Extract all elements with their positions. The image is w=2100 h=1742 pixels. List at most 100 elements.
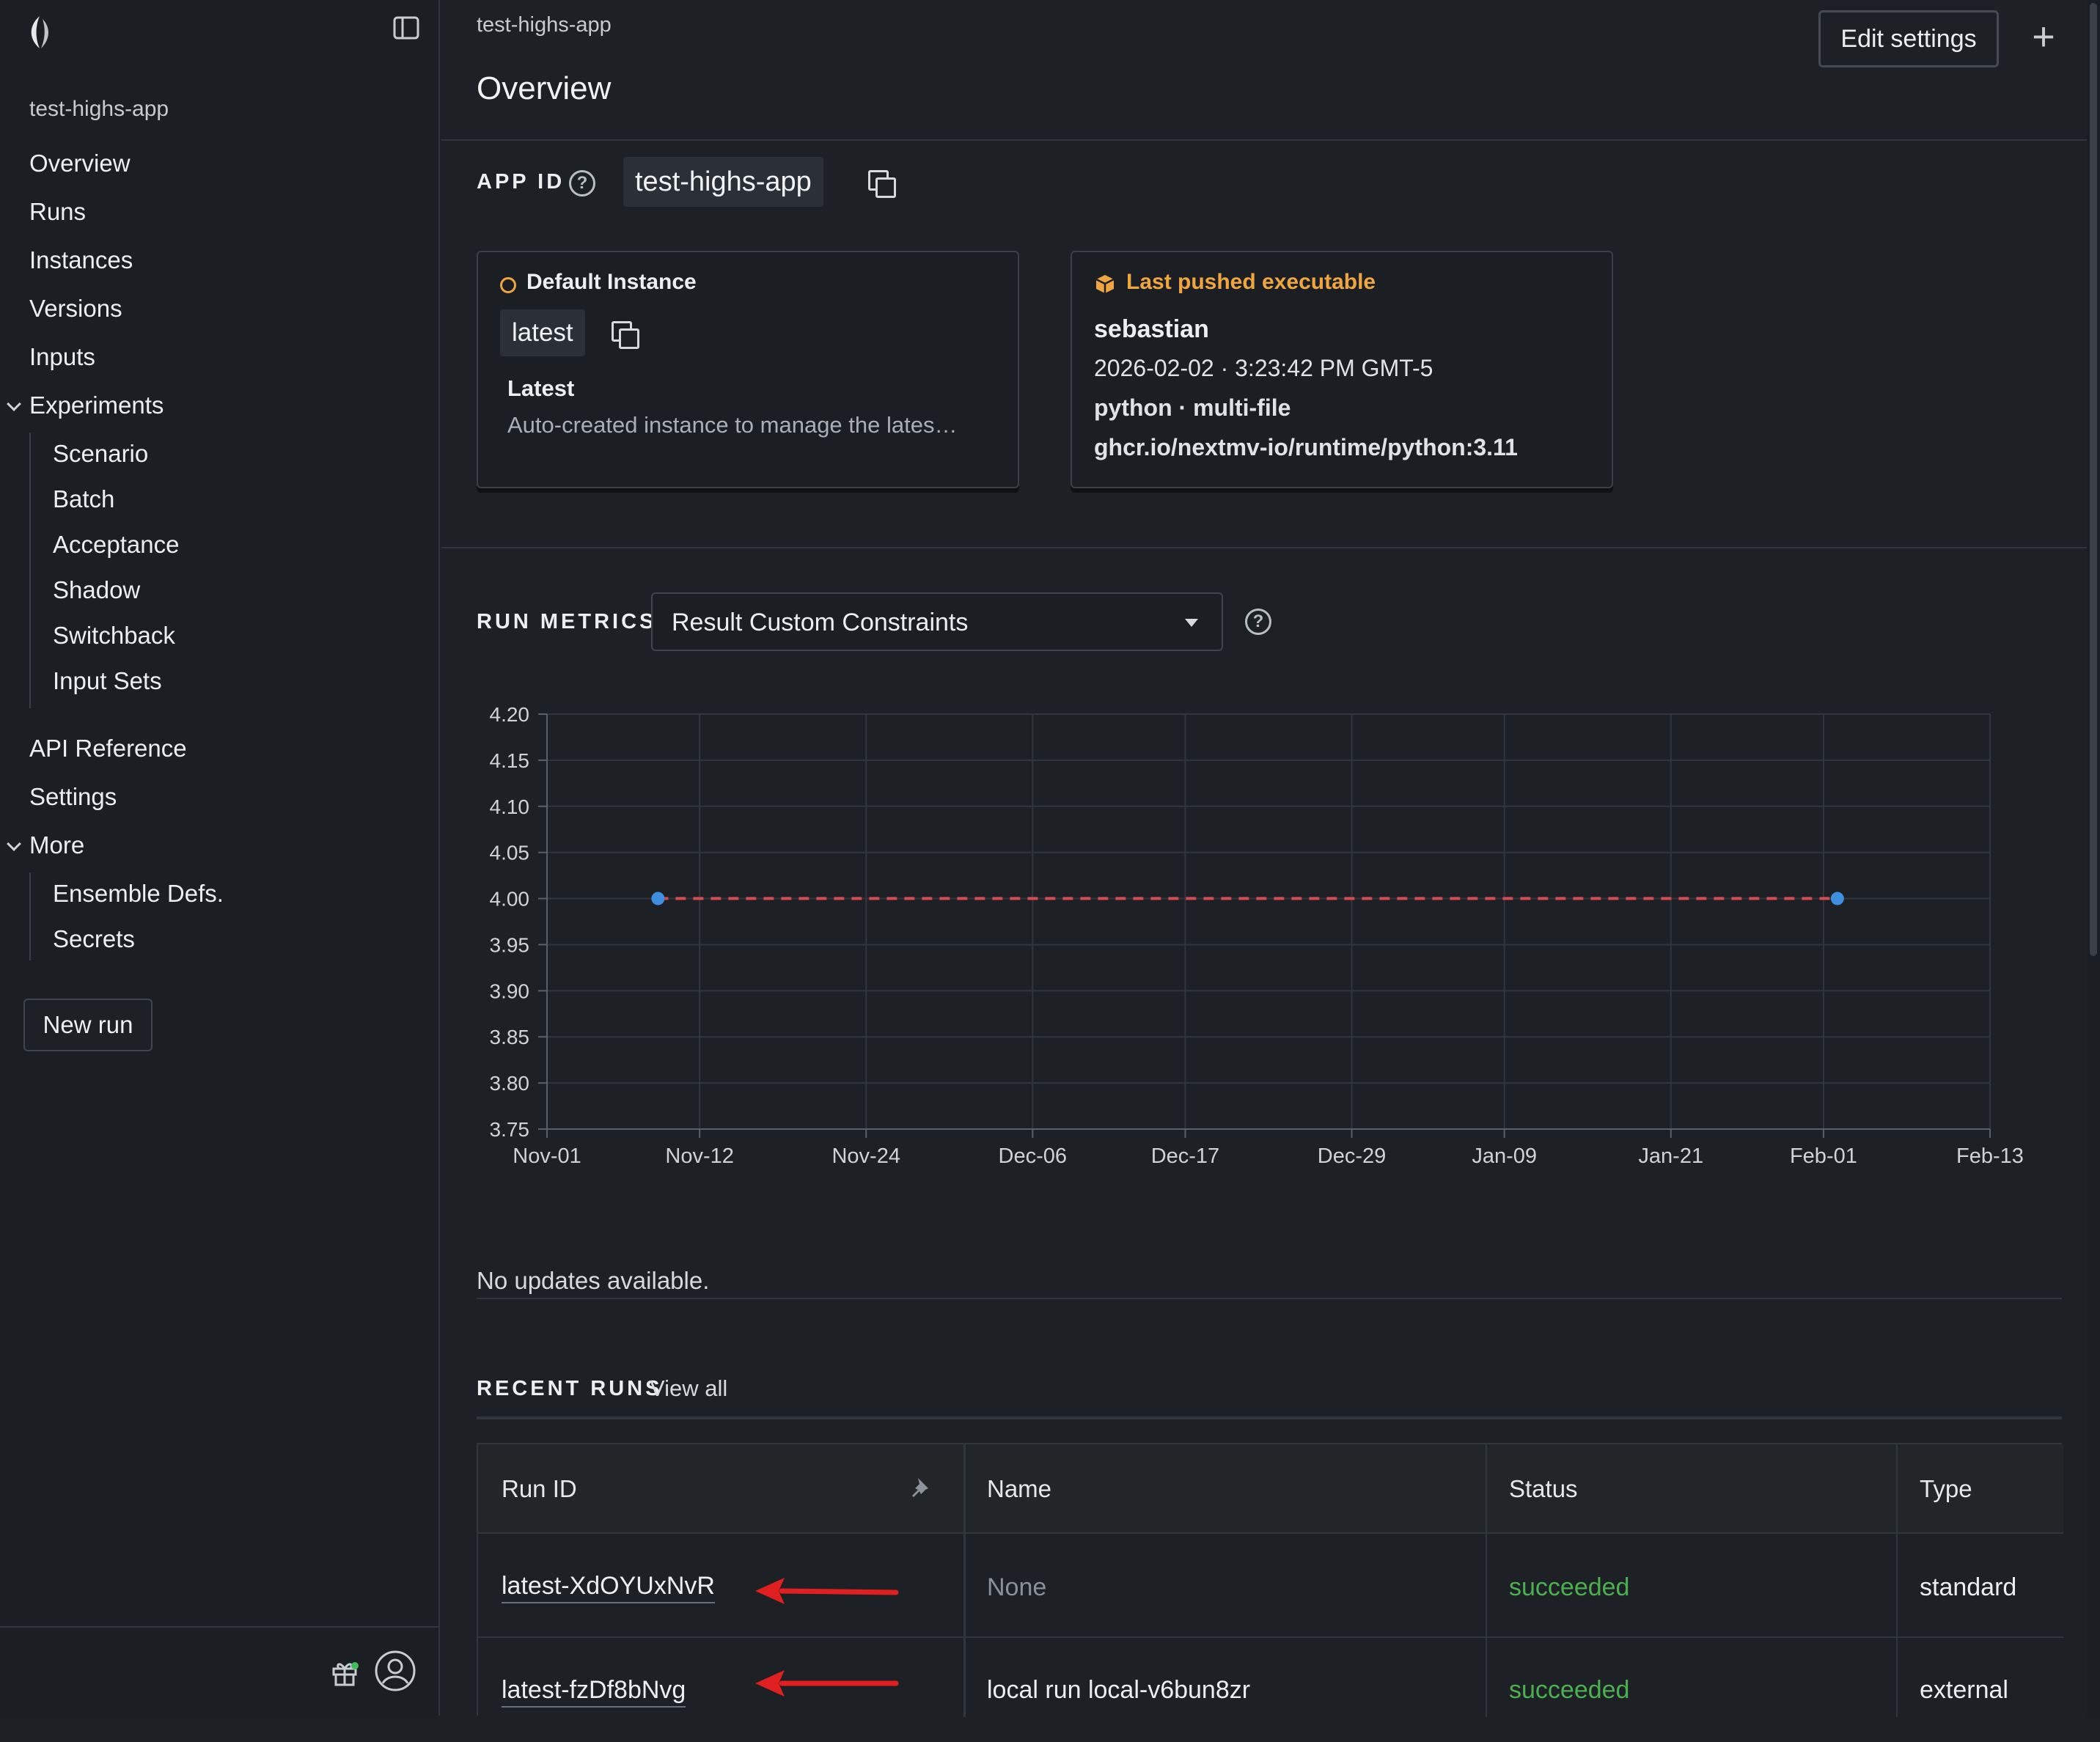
sidebar-item-batch[interactable]: Batch (53, 485, 114, 513)
run-name: local run local-v6bun8zr (987, 1676, 1251, 1704)
chevron-down-icon[interactable] (7, 837, 21, 851)
pushed-by-user: sebastian (1094, 315, 1209, 343)
sidebar-item-acceptance[interactable]: Acceptance (53, 531, 179, 559)
metric-select-value: Result Custom Constraints (672, 609, 969, 636)
x-tick-label: Nov-12 (665, 1144, 734, 1168)
copy-icon[interactable] (612, 321, 639, 349)
sidebar-item-versions[interactable]: Versions (29, 295, 122, 323)
breadcrumb[interactable]: test-highs-app (477, 13, 612, 37)
run-metrics-chart: 4.20 4.15 4.10 4.05 4.00 3.95 3.90 3.85 3.80 3.75… (490, 703, 2024, 1168)
y-tick-label: 3.90 (490, 980, 530, 1002)
sidebar-item-input-sets[interactable]: Input Sets (53, 667, 162, 695)
column-header-run-id[interactable]: Run ID (502, 1475, 577, 1503)
run-name: None (987, 1573, 1047, 1601)
x-tick-label: Feb-13 (1956, 1144, 2024, 1168)
more-tree-line (29, 872, 31, 960)
table-row[interactable] (478, 1638, 2063, 1742)
run-id-link[interactable]: latest-fzDf8bNvg (502, 1676, 686, 1708)
last-pushed-card: Last pushed executable sebastian 2026-02… (1071, 251, 1613, 488)
scrollbar-thumb[interactable] (2090, 3, 2097, 956)
table-row[interactable] (478, 1534, 2063, 1638)
sidebar-item-more[interactable]: More (29, 831, 84, 859)
sidebar-toggle-icon[interactable] (393, 16, 419, 40)
instance-description: Auto-created instance to manage the late… (507, 412, 958, 438)
y-tick-label: 4.15 (490, 749, 530, 772)
x-tick-label: Jan-21 (1638, 1144, 1703, 1168)
copy-icon[interactable] (868, 170, 896, 198)
main-content: test-highs-app Overview Edit settings + … (441, 0, 2100, 1717)
new-run-button[interactable]: New run (23, 999, 153, 1051)
y-tick-label: 4.05 (490, 842, 530, 864)
run-status: succeeded (1509, 1573, 1630, 1601)
pushed-image: ghcr.io/nextmv-io/runtime/python:3.11 (1094, 434, 1518, 460)
x-tick-label: Jan-09 (1472, 1144, 1537, 1168)
y-tick-label: 4.20 (490, 703, 530, 726)
column-header-name[interactable]: Name (987, 1475, 1051, 1503)
user-avatar-icon[interactable] (374, 1650, 416, 1692)
scrollbar-track[interactable] (2087, 0, 2100, 1716)
recent-runs-label: RECENT RUNS (477, 1377, 663, 1400)
default-instance-title: Default Instance (526, 270, 697, 294)
x-tick-label: Feb-01 (1790, 1144, 1857, 1168)
x-tick-label: Nov-01 (513, 1144, 581, 1168)
pin-icon[interactable] (909, 1475, 934, 1500)
app-id-label: APP ID (477, 170, 565, 194)
updates-divider (477, 1298, 2062, 1299)
instance-id-pill[interactable]: latest (500, 309, 585, 356)
sidebar-item-shadow[interactable]: Shadow (53, 576, 140, 604)
y-tick-label: 4.10 (490, 795, 530, 818)
sidebar-item-experiments[interactable]: Experiments (29, 392, 164, 419)
app-id-value: test-highs-app (623, 157, 823, 207)
pushed-timestamp: 2026-02-02 · 3:23:42 PM GMT-5 (1094, 355, 1433, 381)
y-tick-label: 4.00 (490, 888, 530, 911)
x-tick-label: Nov-24 (831, 1144, 900, 1168)
run-type: standard (1920, 1573, 2017, 1601)
run-id-link[interactable]: latest-XdOYUxNvR (502, 1572, 715, 1603)
column-header-type[interactable]: Type (1920, 1475, 1972, 1503)
help-icon[interactable]: ? (1245, 609, 1271, 635)
instance-circle-icon (500, 277, 516, 293)
y-tick-label: 3.80 (490, 1072, 530, 1095)
sidebar-item-ensemble-defs[interactable]: Ensemble Defs. (53, 880, 224, 908)
sidebar-item-settings[interactable]: Settings (29, 783, 117, 811)
sidebar-item-runs[interactable]: Runs (29, 198, 86, 226)
metric-data-point (1830, 892, 1844, 905)
sidebar-item-inputs[interactable]: Inputs (29, 343, 95, 371)
instance-name: Latest (507, 375, 575, 401)
updates-status-text: No updates available. (477, 1267, 710, 1294)
edit-settings-button[interactable]: Edit settings (1818, 10, 1999, 67)
metric-data-point (651, 892, 665, 905)
table-header (478, 1444, 2063, 1534)
nextmv-logo-icon[interactable] (25, 13, 54, 51)
run-status: succeeded (1509, 1676, 1630, 1704)
add-button[interactable]: + (2025, 15, 2062, 59)
y-tick-label: 3.95 (490, 933, 530, 956)
last-pushed-title: Last pushed executable (1126, 270, 1376, 294)
package-icon (1095, 275, 1115, 293)
x-tick-label: Dec-29 (1318, 1144, 1387, 1168)
header-divider (441, 139, 2090, 141)
y-tick-label: 3.85 (490, 1026, 530, 1048)
run-metrics-label: RUN METRICS (477, 610, 657, 633)
column-header-status[interactable]: Status (1509, 1475, 1578, 1503)
gift-icon[interactable] (330, 1658, 359, 1688)
default-instance-card: Default Instance latest Latest Auto-crea… (477, 251, 1019, 488)
help-icon[interactable]: ? (569, 170, 595, 196)
sidebar-item-overview[interactable]: Overview (29, 150, 131, 177)
recent-runs-table: Run ID Name Status Type latest-XdOYUxNvR… (477, 1443, 2063, 1717)
view-all-link[interactable]: View all (650, 1375, 727, 1402)
annotation-arrow-icon (755, 1578, 899, 1604)
sidebar-item-instances[interactable]: Instances (29, 246, 133, 274)
sidebar-app-name: test-highs-app (29, 97, 169, 121)
sidebar-item-secrets[interactable]: Secrets (53, 925, 135, 953)
annotation-arrow-icon (755, 1670, 899, 1697)
sidebar-item-switchback[interactable]: Switchback (53, 622, 175, 650)
sidebar-item-scenario[interactable]: Scenario (53, 440, 148, 468)
sidebar-footer-divider (0, 1626, 440, 1628)
y-tick-label: 3.75 (490, 1118, 530, 1141)
chevron-down-icon[interactable] (7, 397, 21, 411)
x-tick-label: Dec-17 (1151, 1144, 1220, 1168)
x-tick-label: Dec-06 (999, 1144, 1068, 1168)
metric-select[interactable]: Result Custom Constraints (651, 592, 1223, 651)
sidebar-item-api-reference[interactable]: API Reference (29, 735, 187, 762)
